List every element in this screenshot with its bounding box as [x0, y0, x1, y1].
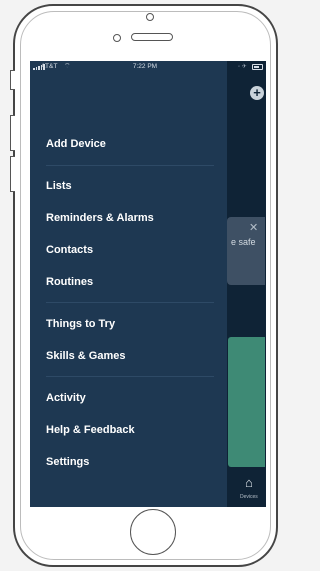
volume-up-button: [10, 115, 15, 151]
menu-item-skills-games[interactable]: Skills & Games: [46, 350, 126, 362]
mute-switch: [10, 70, 15, 90]
battery-icon: [252, 64, 263, 70]
menu-item-routines[interactable]: Routines: [46, 276, 93, 288]
front-camera: [146, 13, 154, 21]
close-icon[interactable]: ✕: [249, 221, 258, 234]
notification-card[interactable]: [227, 217, 265, 285]
home-button[interactable]: [130, 509, 176, 555]
carrier-name: AT&T: [41, 63, 58, 70]
menu-item-things-to-try[interactable]: Things to Try: [46, 318, 115, 330]
devices-home-icon[interactable]: ⌂: [245, 476, 258, 489]
location-alarm-icons: ◦ ✈: [238, 64, 247, 70]
menu-item-lists[interactable]: Lists: [46, 180, 72, 192]
menu-item-contacts[interactable]: Contacts: [46, 244, 93, 256]
earpiece-speaker: [131, 33, 173, 41]
volume-down-button: [10, 156, 15, 192]
menu-divider: [46, 165, 214, 166]
menu-item-add-device[interactable]: Add Device: [46, 138, 106, 150]
devices-tab-label[interactable]: Devices: [240, 494, 258, 500]
wifi-icon: ⌔: [64, 63, 71, 70]
menu-item-help-feedback[interactable]: Help & Feedback: [46, 424, 135, 436]
menu-item-settings[interactable]: Settings: [46, 456, 89, 468]
proximity-sensor: [113, 34, 121, 42]
status-bar: AT&T ⌔ 7:22 PM ◦ ✈: [30, 61, 266, 75]
promo-card[interactable]: [228, 337, 265, 467]
screen: + ✕ e safe ⌂ Devices AT&T ⌔ 7:22 PM ◦ ✈ …: [30, 61, 266, 507]
menu-divider: [46, 376, 214, 377]
menu-item-activity[interactable]: Activity: [46, 392, 86, 404]
status-time: 7:22 PM: [132, 63, 158, 70]
add-icon[interactable]: +: [250, 86, 264, 100]
menu-divider: [46, 302, 214, 303]
menu-item-reminders-alarms[interactable]: Reminders & Alarms: [46, 212, 154, 224]
notification-card-text: e safe: [231, 237, 256, 247]
